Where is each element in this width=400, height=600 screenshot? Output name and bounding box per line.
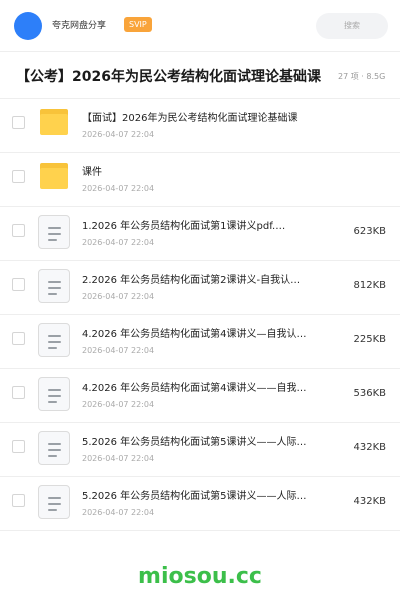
share-owner-name: 夸克网盘分享 xyxy=(52,21,107,31)
folder-icon xyxy=(40,163,68,189)
item-name: 5.2026 年公务员结构化面试第5课讲义——人际… xyxy=(82,437,307,448)
item-size: 536KB xyxy=(353,388,386,399)
list-item[interactable]: 5.2026 年公务员结构化面试第5课讲义——人际… 2026-04-07 22… xyxy=(0,477,400,531)
folder-title-bar: 【公考】2026年为民公考结构化面试理论基础课 27 项 · 8.5G xyxy=(0,53,400,99)
list-item[interactable]: 5.2026 年公务员结构化面试第5课讲义——人际… 2026-04-07 22… xyxy=(0,423,400,477)
row-checkbox[interactable] xyxy=(12,440,25,453)
item-size: 432KB xyxy=(353,442,386,453)
row-checkbox[interactable] xyxy=(12,332,25,345)
item-size: 623KB xyxy=(353,226,386,237)
document-icon xyxy=(38,323,70,357)
item-name: 1.2026 年公务员结构化面试第1课讲义pdf.… xyxy=(82,221,286,232)
item-date: 2026-04-07 22:04 xyxy=(82,400,155,409)
avatar[interactable] xyxy=(14,12,42,40)
item-name: 4.2026 年公务员结构化面试第4课讲义——自我… xyxy=(82,383,307,394)
document-icon xyxy=(38,377,70,411)
row-checkbox[interactable] xyxy=(12,116,25,129)
item-size: 225KB xyxy=(353,334,386,345)
item-name: 4.2026 年公务员结构化面试第4课讲义—自我认… xyxy=(82,329,307,340)
item-name: 2.2026 年公务员结构化面试第2课讲义-自我认… xyxy=(82,275,301,286)
item-date: 2026-04-07 22:04 xyxy=(82,508,155,517)
site-watermark: miosou.cc xyxy=(138,564,262,589)
list-item[interactable]: 2.2026 年公务员结构化面试第2课讲义-自我认… 2026-04-07 22… xyxy=(0,261,400,315)
row-checkbox[interactable] xyxy=(12,278,25,291)
share-header: 夸克网盘分享 SVIP 搜索 xyxy=(0,0,400,52)
list-item[interactable]: 课件 2026-04-07 22:04 xyxy=(0,153,400,207)
item-date: 2026-04-07 22:04 xyxy=(82,238,155,247)
document-icon xyxy=(38,215,70,249)
document-icon xyxy=(38,269,70,303)
item-name: 5.2026 年公务员结构化面试第5课讲义——人际… xyxy=(82,491,307,502)
row-checkbox[interactable] xyxy=(12,494,25,507)
item-date: 2026-04-07 22:04 xyxy=(82,292,155,301)
row-checkbox[interactable] xyxy=(12,386,25,399)
item-name: 课件 xyxy=(82,167,102,178)
folder-icon xyxy=(40,109,68,135)
document-icon xyxy=(38,431,70,465)
item-date: 2026-04-07 22:04 xyxy=(82,130,155,139)
item-name: 【面试】2026年为民公考结构化面试理论基础课 xyxy=(82,113,298,124)
file-list: 【面试】2026年为民公考结构化面试理论基础课 2026-04-07 22:04… xyxy=(0,99,400,531)
list-item[interactable]: 4.2026 年公务员结构化面试第4课讲义——自我… 2026-04-07 22… xyxy=(0,369,400,423)
item-size: 812KB xyxy=(353,280,386,291)
item-date: 2026-04-07 22:04 xyxy=(82,346,155,355)
list-item[interactable]: 1.2026 年公务员结构化面试第1课讲义pdf.… 2026-04-07 22… xyxy=(0,207,400,261)
document-icon xyxy=(38,485,70,519)
folder-meta: 27 项 · 8.5G xyxy=(338,72,386,81)
item-date: 2026-04-07 22:04 xyxy=(82,184,155,193)
item-size: 432KB xyxy=(353,496,386,507)
page-title: 【公考】2026年为民公考结构化面试理论基础课 xyxy=(16,69,321,85)
list-item[interactable]: 4.2026 年公务员结构化面试第4课讲义—自我认… 2026-04-07 22… xyxy=(0,315,400,369)
row-checkbox[interactable] xyxy=(12,170,25,183)
list-item[interactable]: 【面试】2026年为民公考结构化面试理论基础课 2026-04-07 22:04 xyxy=(0,99,400,153)
row-checkbox[interactable] xyxy=(12,224,25,237)
svip-badge: SVIP xyxy=(124,17,152,32)
search-input[interactable]: 搜索 xyxy=(316,13,388,39)
item-date: 2026-04-07 22:04 xyxy=(82,454,155,463)
